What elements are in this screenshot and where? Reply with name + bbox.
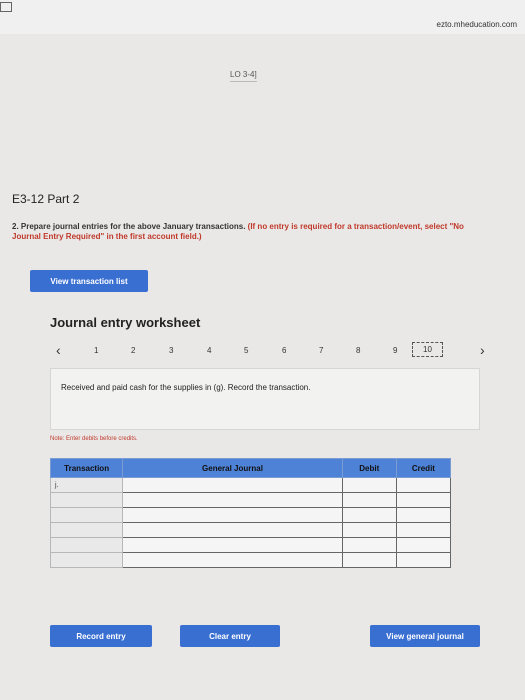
debit-input[interactable] xyxy=(341,522,397,538)
chevron-right-icon[interactable]: › xyxy=(480,342,485,358)
table-row xyxy=(49,492,452,508)
clear-entry-button[interactable]: Clear entry xyxy=(180,625,280,647)
table-row xyxy=(49,537,452,553)
problem-title: E3-12 Part 2 xyxy=(12,192,80,206)
transaction-cell: j. xyxy=(49,477,124,493)
transaction-cell xyxy=(49,492,124,508)
column-general-journal: General Journal xyxy=(122,458,343,478)
debit-input[interactable] xyxy=(341,537,397,553)
page-1[interactable]: 1 xyxy=(94,346,98,355)
record-entry-button[interactable]: Record entry xyxy=(50,625,152,647)
problem-instruction: 2. Prepare journal entries for the above… xyxy=(12,222,482,242)
column-credit: Credit xyxy=(395,458,452,478)
transaction-description: Received and paid cash for the supplies … xyxy=(61,383,311,392)
page-5[interactable]: 5 xyxy=(244,346,248,355)
debit-input[interactable] xyxy=(341,507,397,523)
page-9[interactable]: 9 xyxy=(393,346,397,355)
account-input[interactable] xyxy=(122,552,343,568)
page-8[interactable]: 8 xyxy=(356,346,360,355)
account-input[interactable] xyxy=(122,522,343,538)
instruction-main: 2. Prepare journal entries for the above… xyxy=(12,222,246,231)
page-2[interactable]: 2 xyxy=(131,346,135,355)
learning-objective-ref: LO 3-4] xyxy=(230,70,257,82)
column-transaction: Transaction xyxy=(49,458,124,478)
account-input[interactable] xyxy=(122,492,343,508)
account-input[interactable] xyxy=(122,477,343,493)
table-row: j. xyxy=(49,477,452,493)
transaction-cell xyxy=(49,507,124,523)
page-7[interactable]: 7 xyxy=(319,346,323,355)
credit-input[interactable] xyxy=(395,492,452,508)
worksheet-pager: ‹ 1 2 3 4 5 6 7 8 9 10 › xyxy=(50,340,490,362)
table-row xyxy=(49,522,452,538)
page-content: LO 3-4] E3-12 Part 2 2. Prepare journal … xyxy=(0,34,525,700)
view-transaction-list-button[interactable]: View transaction list xyxy=(30,270,148,292)
credit-input[interactable] xyxy=(395,507,452,523)
worksheet-title: Journal entry worksheet xyxy=(50,315,201,330)
address-bar-url[interactable]: ezto.mheducation.com xyxy=(437,20,518,29)
debit-input[interactable] xyxy=(341,552,397,568)
page-4[interactable]: 4 xyxy=(207,346,211,355)
credit-input[interactable] xyxy=(395,537,452,553)
credit-input[interactable] xyxy=(395,477,452,493)
debit-input[interactable] xyxy=(341,477,397,493)
transaction-cell xyxy=(49,522,124,538)
transaction-cell xyxy=(49,552,124,568)
transaction-cell xyxy=(49,537,124,553)
table-row xyxy=(49,507,452,523)
browser-toolbar: ezto.mheducation.com xyxy=(0,0,525,35)
transaction-description-box: Received and paid cash for the supplies … xyxy=(50,368,480,430)
account-input[interactable] xyxy=(122,507,343,523)
column-debit: Debit xyxy=(341,458,397,478)
page-6[interactable]: 6 xyxy=(282,346,286,355)
page-3[interactable]: 3 xyxy=(169,346,173,355)
page-10[interactable]: 10 xyxy=(412,342,443,357)
credit-input[interactable] xyxy=(395,552,452,568)
credit-input[interactable] xyxy=(395,522,452,538)
table-row xyxy=(49,552,452,568)
journal-table: Transaction General Journal Debit Credit… xyxy=(49,458,452,568)
view-general-journal-button[interactable]: View general journal xyxy=(370,625,480,647)
debit-credit-note: Note: Enter debits before credits. xyxy=(50,436,138,442)
account-input[interactable] xyxy=(122,537,343,553)
chevron-left-icon[interactable]: ‹ xyxy=(56,342,61,358)
tab-icon[interactable] xyxy=(0,2,12,12)
journal-header-row: Transaction General Journal Debit Credit xyxy=(49,458,452,478)
debit-input[interactable] xyxy=(341,492,397,508)
